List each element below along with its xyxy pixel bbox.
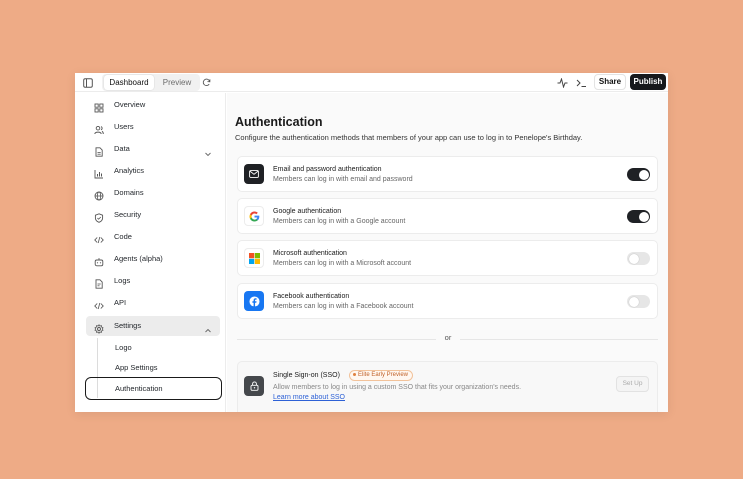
sidebar-subitem-logo[interactable]: Logo xyxy=(115,340,132,356)
sso-description: Allow members to log in using a custom S… xyxy=(273,384,522,391)
auth-method-title: Google authentication xyxy=(273,208,342,215)
sso-title: Single Sign-on (SSO) xyxy=(273,372,340,379)
chart-icon xyxy=(94,166,104,179)
bot-icon xyxy=(94,254,104,267)
toggle-knob xyxy=(638,169,649,180)
auth-method-desc: Members can log in with a Facebook accou… xyxy=(273,303,414,310)
file-icon xyxy=(94,144,104,157)
facebook-icon xyxy=(244,291,264,311)
sidebar-item-data[interactable]: Data xyxy=(86,139,220,159)
sidebar-item-users[interactable]: Users xyxy=(86,117,220,137)
mail-icon xyxy=(244,164,264,184)
sidebar-subitem-app-settings[interactable]: App Settings xyxy=(115,360,158,376)
sidebar-item-label: Analytics xyxy=(114,166,145,175)
toggle-knob xyxy=(628,296,639,307)
learn-more-sso-link[interactable]: Learn more about SSO xyxy=(273,394,345,401)
top-toolbar: Dashboard Preview Share Publish xyxy=(75,73,668,92)
sidebar-item-domains[interactable]: Domains xyxy=(86,183,220,203)
api-icon xyxy=(94,298,104,310)
sidebar-item-label: Security xyxy=(114,210,142,219)
sidebar: Overview Users Data Analytics Domains Se… xyxy=(75,93,226,412)
elite-preview-badge: Elite Early Preview xyxy=(349,370,414,381)
auth-method-email: Email and password authentication Member… xyxy=(237,156,658,192)
microsoft-icon xyxy=(244,248,264,268)
google-icon xyxy=(244,206,264,226)
share-button[interactable]: Share xyxy=(594,74,626,90)
sidebar-item-label: Overview xyxy=(114,100,146,109)
sidebar-item-label: Code xyxy=(114,232,132,241)
sidebar-item-code[interactable]: Code xyxy=(86,227,220,247)
sidebar-item-label: Agents (alpha) xyxy=(114,254,163,263)
auth-method-google: Google authentication Members can log in… xyxy=(237,198,658,234)
sidebar-item-label: Settings xyxy=(114,321,142,330)
main-panel: Authentication Configure the authenticat… xyxy=(227,93,668,412)
auth-method-desc: Members can log in with email and passwo… xyxy=(273,176,413,183)
activity-icon[interactable] xyxy=(556,77,568,88)
badge-dot xyxy=(353,372,356,376)
shield-icon xyxy=(94,210,104,223)
chevron-up-icon[interactable] xyxy=(204,322,212,333)
sidebar-item-label: Domains xyxy=(114,188,144,197)
auth-method-desc: Members can log in with a Google account xyxy=(273,218,406,225)
sidebar-item-overview[interactable]: Overview xyxy=(86,95,220,115)
sidebar-toggle-icon[interactable] xyxy=(82,77,93,88)
sso-setup-button[interactable]: Set Up xyxy=(616,376,649,392)
publish-button[interactable]: Publish xyxy=(630,74,666,90)
or-divider-text: or xyxy=(444,333,452,342)
tab-preview[interactable]: Preview xyxy=(156,75,198,90)
auth-method-desc: Members can log in with a Microsoft acco… xyxy=(273,260,412,267)
refresh-icon[interactable] xyxy=(201,77,212,88)
sidebar-item-settings[interactable]: Settings xyxy=(86,316,220,336)
auth-method-title: Email and password authentication xyxy=(273,166,382,173)
sidebar-item-logs[interactable]: Logs xyxy=(86,271,220,291)
sidebar-subitem-authentication[interactable]: Authentication xyxy=(85,377,222,400)
app-window: Dashboard Preview Share Publish Overview… xyxy=(75,73,668,412)
microsoft-auth-toggle[interactable] xyxy=(627,252,650,265)
sidebar-item-agents[interactable]: Agents (alpha) xyxy=(86,249,220,269)
sidebar-item-security[interactable]: Security xyxy=(86,205,220,225)
badge-label: Elite Early Preview xyxy=(358,372,409,378)
code-icon xyxy=(94,232,104,244)
sidebar-item-analytics[interactable]: Analytics xyxy=(86,161,220,181)
users-icon xyxy=(94,122,104,135)
email-auth-toggle[interactable] xyxy=(627,168,650,181)
page-title: Authentication xyxy=(235,115,323,129)
globe-icon xyxy=(94,188,104,201)
sidebar-item-label: Users xyxy=(114,122,134,131)
facebook-auth-toggle[interactable] xyxy=(627,295,650,308)
sidebar-item-label: Data xyxy=(114,144,130,153)
sidebar-item-label: Logs xyxy=(114,276,131,285)
terminal-icon[interactable] xyxy=(575,77,587,88)
auth-method-title: Microsoft authentication xyxy=(273,250,347,257)
google-auth-toggle[interactable] xyxy=(627,210,650,223)
divider-line-left xyxy=(237,339,436,340)
auth-method-title: Facebook authentication xyxy=(273,293,350,300)
view-switcher: Dashboard Preview xyxy=(102,74,200,91)
tab-dashboard[interactable]: Dashboard xyxy=(104,75,154,90)
sidebar-item-api[interactable]: API xyxy=(86,293,220,313)
chevron-down-icon[interactable] xyxy=(204,145,212,157)
or-divider: or xyxy=(237,333,658,345)
toggle-knob xyxy=(638,211,649,222)
page-subtitle: Configure the authentication methods tha… xyxy=(235,133,583,142)
sso-card: Single Sign-on (SSO) Elite Early Preview… xyxy=(237,361,658,412)
auth-method-facebook: Facebook authentication Members can log … xyxy=(237,283,658,319)
divider-line-right xyxy=(460,339,658,340)
gear-icon xyxy=(94,321,104,334)
toggle-knob xyxy=(628,253,639,264)
log-icon xyxy=(94,276,104,289)
grid-icon xyxy=(94,100,104,113)
auth-method-microsoft: Microsoft authentication Members can log… xyxy=(237,240,658,276)
sidebar-item-label: API xyxy=(114,298,127,307)
lock-icon xyxy=(244,376,264,396)
